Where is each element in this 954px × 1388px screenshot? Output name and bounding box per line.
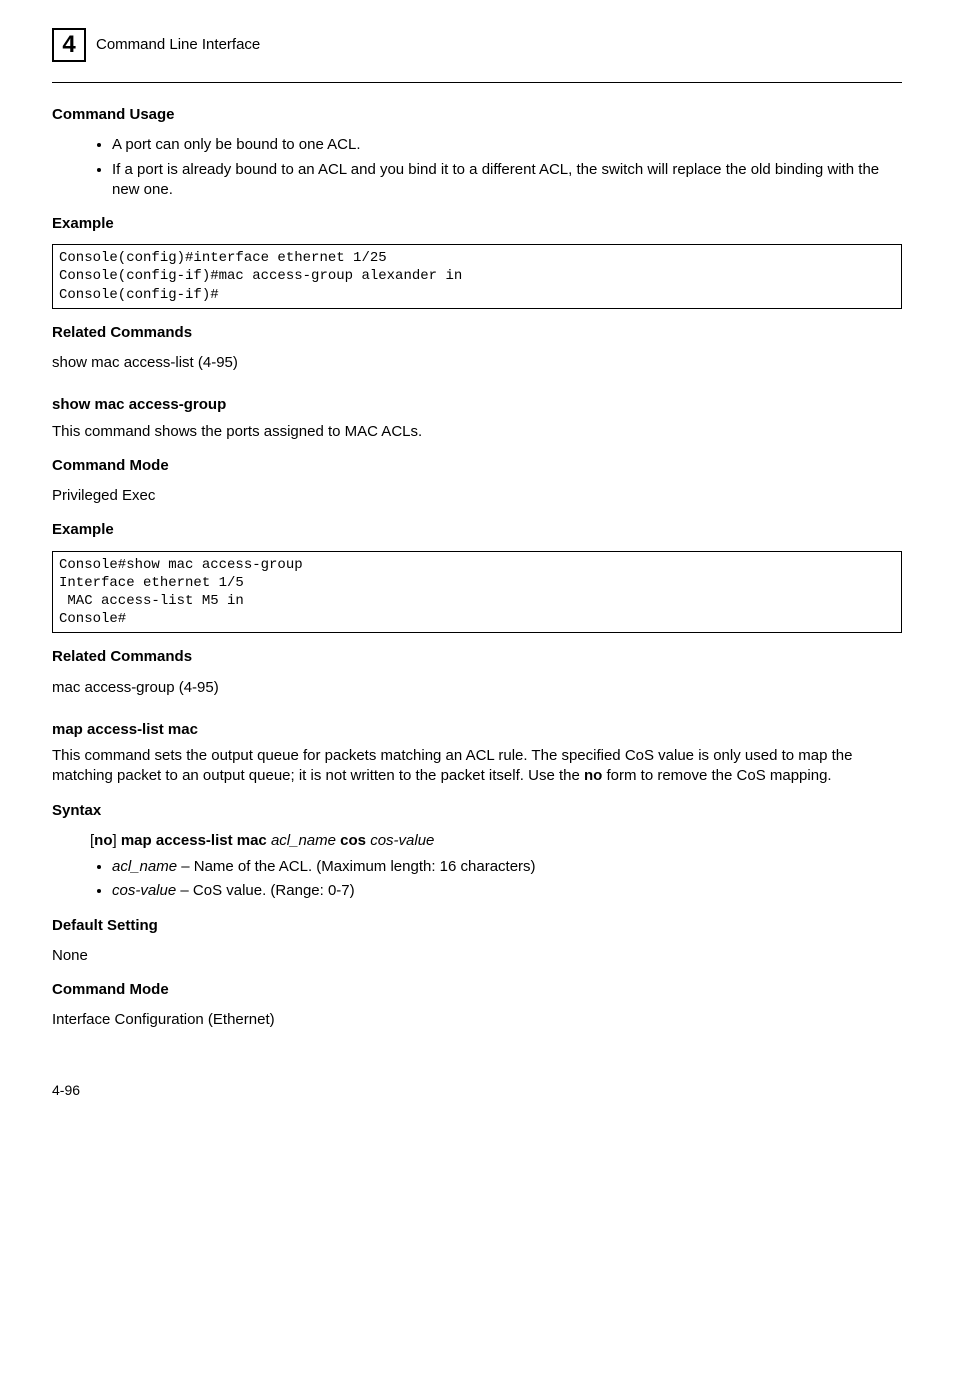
section-example: Example	[52, 214, 902, 234]
syntax-line: [no] map access-list mac acl_name cos co…	[90, 831, 902, 851]
page-number: 4-96	[52, 1081, 902, 1100]
command-description: This command sets the output queue for p…	[52, 746, 902, 787]
command-mode-text: Privileged Exec	[52, 486, 902, 506]
section-map-access-list-mac: map access-list mac	[52, 720, 902, 740]
section-related-commands: Related Commands	[52, 647, 902, 667]
default-setting-text: None	[52, 946, 902, 966]
code-block: Console(config)#interface ethernet 1/25 …	[52, 244, 902, 309]
syntax-param: cos-value	[370, 832, 434, 849]
list-item: cos-value – CoS value. (Range: 0-7)	[112, 881, 902, 901]
command-usage-list: A port can only be bound to one ACL. If …	[52, 135, 902, 200]
syntax-bracket: ]	[113, 832, 121, 849]
page-header: 4 Command Line Interface	[52, 28, 902, 64]
param-sep: –	[177, 858, 194, 875]
syntax-param: acl_name	[271, 832, 336, 849]
chapter-number-box: 4	[52, 28, 86, 62]
param-name: cos-value	[112, 882, 176, 899]
related-command-text: show mac access-list (4-95)	[52, 353, 902, 373]
section-example: Example	[52, 520, 902, 540]
section-related-commands: Related Commands	[52, 323, 902, 343]
section-syntax: Syntax	[52, 801, 902, 821]
param-sep: –	[176, 882, 193, 899]
command-description: This command shows the ports assigned to…	[52, 422, 902, 442]
desc-bold: no	[584, 767, 602, 784]
list-item: If a port is already bound to an ACL and…	[112, 160, 902, 201]
section-default-setting: Default Setting	[52, 916, 902, 936]
section-command-mode: Command Mode	[52, 456, 902, 476]
section-command-mode: Command Mode	[52, 980, 902, 1000]
syntax-keyword-no: no	[94, 832, 112, 849]
syntax-keyword-cos: cos	[340, 832, 366, 849]
code-block: Console#show mac access-group Interface …	[52, 551, 902, 634]
related-command-text: mac access-group (4-95)	[52, 678, 902, 698]
syntax-command: map access-list mac	[121, 832, 267, 849]
syntax-param-list: acl_name – Name of the ACL. (Maximum len…	[52, 857, 902, 902]
command-mode-text: Interface Configuration (Ethernet)	[52, 1010, 902, 1030]
list-item: acl_name – Name of the ACL. (Maximum len…	[112, 857, 902, 877]
desc-text: form to remove the CoS mapping.	[602, 767, 831, 784]
chapter-number: 4	[62, 29, 75, 61]
param-name: acl_name	[112, 858, 177, 875]
header-divider	[52, 82, 902, 83]
param-text: CoS value. (Range: 0-7)	[193, 882, 355, 899]
header-title: Command Line Interface	[96, 35, 260, 55]
section-command-usage: Command Usage	[52, 105, 902, 125]
param-text: Name of the ACL. (Maximum length: 16 cha…	[194, 858, 536, 875]
list-item: A port can only be bound to one ACL.	[112, 135, 902, 155]
section-show-mac-access-group: show mac access-group	[52, 395, 902, 415]
